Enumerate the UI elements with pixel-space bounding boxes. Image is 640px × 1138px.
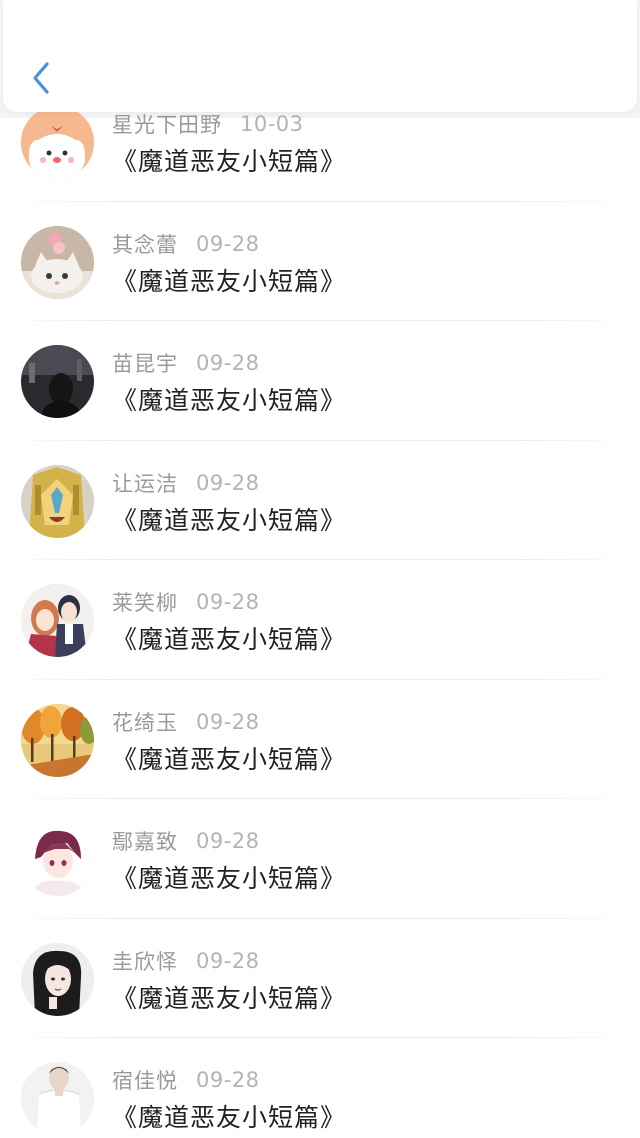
avatar[interactable] (21, 464, 94, 538)
comment-title[interactable]: 《魔道恶友小短篇》 (112, 740, 346, 776)
avatar[interactable] (21, 106, 94, 179)
avatar[interactable] (21, 225, 94, 299)
list-item[interactable]: 鄢嘉致 09-28 《魔道恶友小短篇》 (0, 799, 640, 919)
comment-list: 星光下田野 10-03 《魔道恶友小短篇》 其念蕾 09-28 《魔道恶友小短篇… (0, 82, 640, 1138)
comment-title[interactable]: 《魔道恶友小短篇》 (112, 1098, 346, 1134)
comment-title[interactable]: 《魔道恶友小短篇》 (112, 381, 346, 417)
comment-title[interactable]: 《魔道恶友小短篇》 (112, 979, 346, 1015)
avatar[interactable] (21, 703, 94, 777)
comment-list-page: 星光下田野 10-03 《魔道恶友小短篇》 其念蕾 09-28 《魔道恶友小短篇… (0, 0, 640, 1138)
avatar[interactable] (21, 1062, 94, 1135)
user-name[interactable]: 圭欣怿 (112, 946, 178, 976)
comment-title[interactable]: 《魔道恶友小短篇》 (112, 142, 346, 178)
avatar[interactable] (21, 823, 94, 896)
user-name[interactable]: 宿佳悦 (112, 1065, 178, 1095)
avatar[interactable] (21, 584, 94, 657)
user-name[interactable]: 莱笑柳 (112, 587, 178, 617)
back-button[interactable] (21, 58, 61, 98)
user-name[interactable]: 花绮玉 (112, 707, 178, 737)
list-item[interactable]: 苗昆宇 09-28 《魔道恶友小短篇》 (0, 321, 640, 441)
post-date: 09-28 (196, 470, 260, 495)
user-name[interactable]: 鄢嘉致 (112, 826, 178, 856)
avatar[interactable] (21, 345, 94, 418)
chevron-left-icon (33, 62, 49, 94)
post-date: 09-28 (196, 829, 260, 853)
user-name[interactable]: 其念蕾 (112, 229, 178, 259)
user-name[interactable]: 星光下田野 (112, 109, 222, 139)
comment-title[interactable]: 《魔道恶友小短篇》 (112, 501, 346, 537)
post-date: 09-28 (196, 590, 260, 614)
post-date: 10-03 (240, 112, 304, 136)
list-item[interactable]: 其念蕾 09-28 《魔道恶友小短篇》 (0, 202, 640, 322)
user-name[interactable]: 苗昆宇 (112, 348, 178, 378)
comment-title[interactable]: 《魔道恶友小短篇》 (112, 859, 346, 895)
list-item[interactable]: 圭欣怿 09-28 《魔道恶友小短篇》 (0, 919, 640, 1039)
comment-title[interactable]: 《魔道恶友小短篇》 (112, 262, 346, 298)
user-name[interactable]: 让运洁 (112, 468, 178, 498)
post-date: 09-28 (196, 1068, 260, 1092)
comment-title[interactable]: 《魔道恶友小短篇》 (112, 620, 346, 656)
post-date: 09-28 (196, 351, 260, 375)
list-item[interactable]: 莱笑柳 09-28 《魔道恶友小短篇》 (0, 560, 640, 680)
list-item[interactable]: 花绮玉 09-28 《魔道恶友小短篇》 (0, 680, 640, 800)
post-date: 09-28 (196, 709, 260, 734)
post-date: 09-28 (196, 231, 260, 256)
list-item[interactable]: 让运洁 09-28 《魔道恶友小短篇》 (0, 441, 640, 561)
list-item[interactable]: 宿佳悦 09-28 《魔道恶友小短篇》 (0, 1038, 640, 1138)
post-date: 09-28 (196, 948, 260, 973)
nav-bar (3, 0, 637, 112)
avatar[interactable] (21, 942, 94, 1016)
